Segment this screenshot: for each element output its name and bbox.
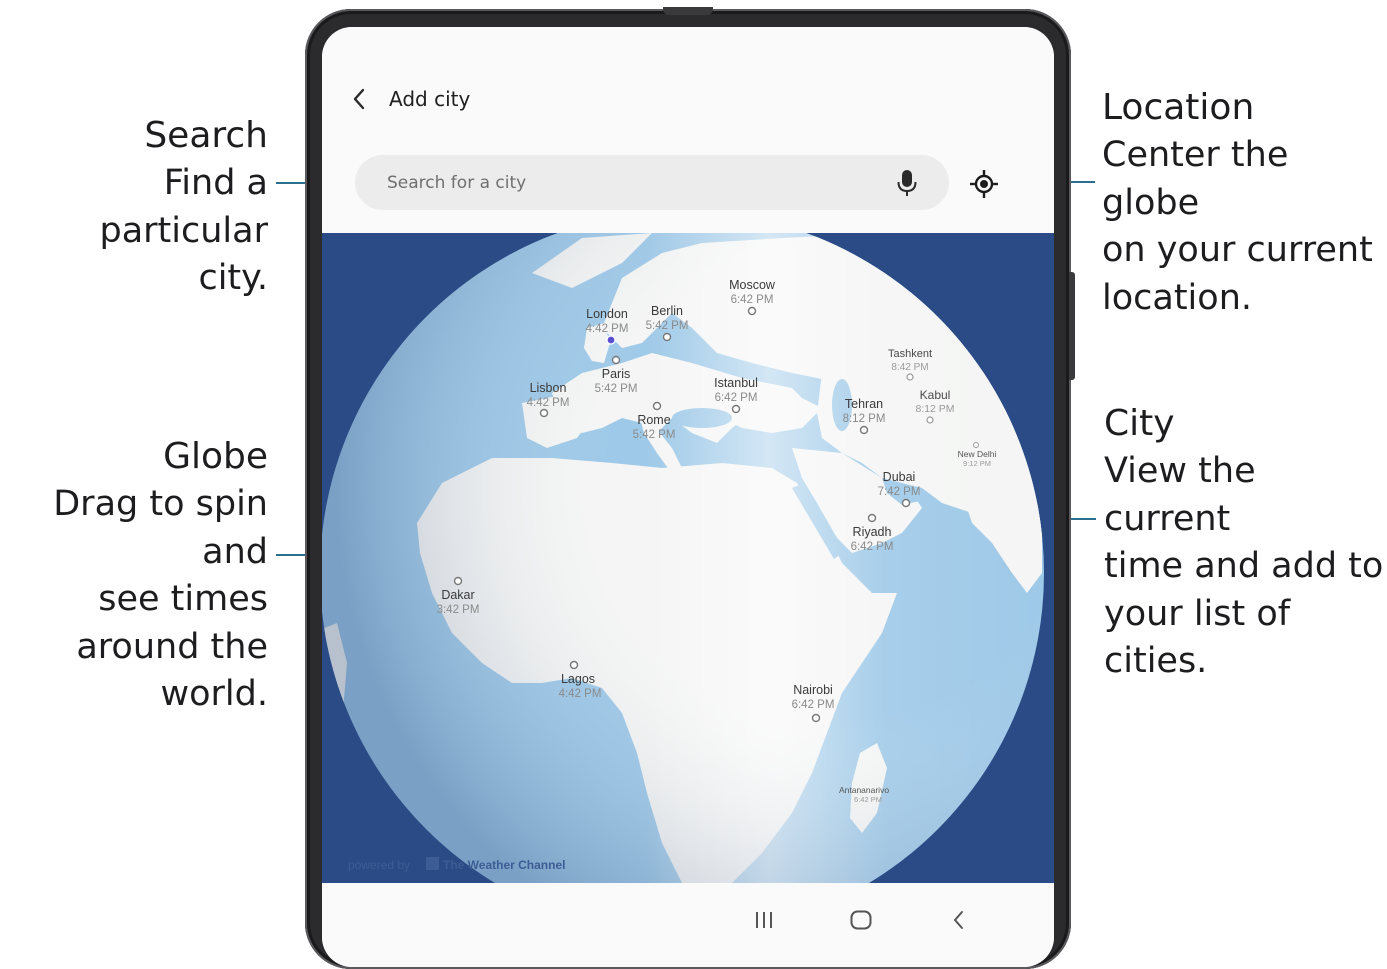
system-nav-bar	[322, 883, 1054, 967]
search-callout-desc-1: Find a particular	[99, 163, 269, 251]
city-time: 4:42 PM	[586, 323, 629, 335]
city-time: 4:42 PM	[559, 688, 602, 700]
home-icon	[850, 910, 872, 930]
city-name: Lisbon	[530, 381, 567, 395]
city-name: Moscow	[729, 278, 776, 292]
city-time: 4:42 PM	[527, 397, 570, 409]
chevron-left-icon	[353, 88, 365, 110]
globe-svg[interactable]: powered by The Weather Channel Moscow 6:…	[322, 233, 1054, 883]
weather-channel-logo-icon	[426, 857, 439, 870]
location-callout: Location Center the globe on your curren…	[1102, 84, 1387, 322]
city-name: London	[586, 307, 628, 321]
city-callout-desc-1: View the current	[1104, 451, 1256, 539]
back-icon	[954, 911, 963, 929]
city-time: 6:42 PM	[715, 392, 758, 404]
city-callout-desc-3: your list of	[1104, 593, 1291, 634]
city-time: 3:42 PM	[437, 604, 480, 616]
city-callout: City View the current time and add to yo…	[1104, 400, 1387, 686]
city-time: 8:42 PM	[891, 362, 928, 373]
city-time: 9:12 PM	[963, 459, 991, 468]
city-time: 8:12 PM	[915, 403, 954, 415]
city-time: 5:42 PM	[595, 383, 638, 395]
city-name: Nairobi	[793, 683, 833, 697]
search-bar[interactable]	[355, 155, 949, 210]
weather-channel-brand: The Weather Channel	[443, 858, 565, 872]
city-time: 6:42 PM	[731, 294, 774, 306]
city-callout-desc-2: time and add to	[1104, 546, 1384, 586]
city-time: 5:42 PM	[646, 320, 689, 332]
home-button[interactable]	[843, 905, 879, 935]
recents-icon	[756, 912, 772, 928]
location-callout-desc-3: location.	[1102, 277, 1252, 318]
city-name: Rome	[637, 413, 670, 427]
globe-callout-desc-1: Drag to spin and	[53, 484, 268, 572]
globe-callout: Globe Drag to spin and see times around …	[0, 433, 268, 719]
city-name: Dakar	[441, 588, 474, 602]
nav-back-button[interactable]	[941, 905, 977, 935]
globe-callout-desc-2: see times	[98, 579, 268, 619]
city-time: 5:42 PM	[633, 429, 676, 441]
city-name: New Delhi	[958, 449, 997, 459]
search-callout-desc-2: city.	[198, 258, 268, 298]
side-button	[1069, 272, 1075, 380]
globe-map-view[interactable]: powered by The Weather Channel Moscow 6:…	[322, 233, 1054, 883]
city-name: Berlin	[651, 304, 683, 318]
city-time: 7:42 PM	[878, 486, 921, 498]
city-name: Dubai	[883, 470, 916, 484]
phone-screen: Add city Search for a city powered by Th…	[322, 27, 1054, 967]
city-callout-title: City	[1104, 403, 1175, 444]
crosshair-icon[interactable]	[968, 168, 1000, 200]
page-title: Add city	[389, 87, 471, 111]
city-name: Istanbul	[714, 376, 758, 390]
mic-icon[interactable]	[895, 168, 919, 198]
city-time: 8:12 PM	[843, 413, 886, 425]
location-callout-desc-2: on your current	[1102, 230, 1373, 270]
city-name: Kabul	[920, 388, 951, 402]
search-callout: Search Find a particular city.	[0, 112, 269, 303]
city-name: Antananarivo	[839, 785, 889, 795]
city-callout-desc-4: cities.	[1104, 641, 1208, 681]
location-callout-title: Location	[1102, 87, 1255, 128]
globe-callout-desc-4: world.	[160, 674, 269, 714]
city-name: Riyadh	[853, 525, 892, 539]
location-callout-desc-1: Center the globe	[1102, 135, 1289, 223]
city-name: Paris	[602, 367, 630, 381]
search-callout-title: Search	[144, 115, 268, 156]
globe-callout-title: Globe	[163, 436, 268, 477]
city-name: Tashkent	[888, 348, 932, 360]
recents-button[interactable]	[746, 905, 782, 935]
app-bar: Add city	[322, 27, 1054, 233]
city-time: 6:42 PM	[854, 795, 882, 804]
city-name: Tehran	[845, 397, 883, 411]
city-name: Lagos	[561, 672, 595, 686]
globe-callout-desc-3: around the	[76, 626, 268, 667]
city-time: 6:42 PM	[792, 699, 835, 711]
search-input[interactable]	[385, 171, 869, 194]
powered-by-label: powered by	[348, 858, 410, 872]
city-time: 6:42 PM	[851, 541, 894, 553]
hinge-top	[663, 7, 713, 15]
back-button[interactable]	[344, 83, 374, 115]
